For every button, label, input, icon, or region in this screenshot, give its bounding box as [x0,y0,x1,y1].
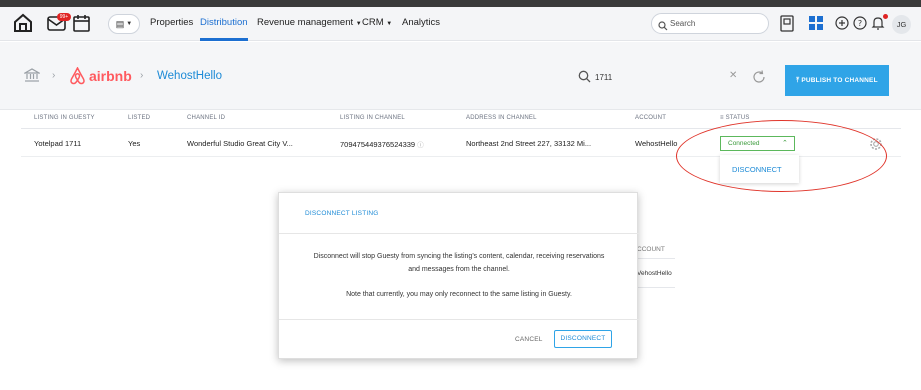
cancel-button[interactable]: CANCEL [515,336,543,343]
alert-dot [883,14,888,19]
channel-account-name[interactable]: WehostHello [157,70,222,82]
cell-address-in-channel: Northeast 2nd Street 227, 33132 Mi... [466,139,592,148]
publish-to-channel-button[interactable]: ⤒ PUBLISH TO CHANNEL [785,65,889,96]
chevron-down-icon: ▼ [386,21,393,27]
search-placeholder: Search [670,19,696,28]
chevron-right-icon: › [140,70,144,81]
active-tab-indicator [200,38,248,41]
bg-account-header: CCOUNT [637,246,665,253]
col-header-label: STATUS [725,115,750,121]
search-icon [578,70,591,88]
chevron-down-icon: ▼ [355,21,362,27]
nav-item-label: Revenue management [257,17,354,28]
nav-item-crm[interactable]: CRM ▼ [362,17,392,28]
bookmark-icon[interactable] [780,15,794,32]
notification-badge: 99+ [57,13,71,21]
clear-search-icon[interactable]: ✕ [729,70,737,81]
modal-title: DISCONNECT LISTING [305,210,379,217]
col-header-listing-in-guesty[interactable]: LISTING IN GUESTY [34,115,95,121]
col-header-status[interactable]: ≡ STATUS [720,115,750,121]
filter-icon: ≡ [720,115,724,121]
chevron-down-icon: ▼ [126,21,133,27]
global-search-input[interactable]: Search [651,13,769,34]
modal-divider [279,233,639,234]
col-header-account[interactable]: ACCOUNT [635,115,666,121]
nav-item-label: CRM [362,17,384,28]
modal-message-line2: and messages from the channel. [408,266,510,273]
nav-item-properties[interactable]: Properties [150,17,193,28]
upload-icon: ⤒ [796,77,800,84]
avatar[interactable]: JG [892,15,911,34]
info-icon[interactable]: ⓘ [417,142,424,149]
airbnb-logo-icon [69,66,86,90]
nav-item-revenue-management[interactable]: Revenue management ▼ [257,17,362,28]
search-icon [658,18,668,36]
modal-note: Note that currently, you may only reconn… [346,291,572,298]
top-navigation: 99+ ▤ ▼ Properties Distribution Revenue … [0,7,921,41]
col-header-listing-in-channel[interactable]: LISTING IN CHANNEL [340,115,405,121]
modal-message-line1: Disconnect will stop Guesty from syncing… [313,253,605,260]
chevron-right-icon: › [52,70,56,81]
refresh-icon[interactable] [752,70,766,89]
bank-icon[interactable] [22,68,42,87]
bg-account-value: VehostHello [637,270,672,277]
svg-text:?: ? [858,19,862,28]
calendar-icon[interactable] [72,14,91,33]
cell-listed: Yes [128,139,141,148]
listing-id-value: 709475449376524339 [340,140,416,149]
apps-grid-icon[interactable] [809,16,823,30]
cell-listing-in-guesty[interactable]: Yotelpad 1711 [34,139,81,148]
listing-search-input[interactable]: 1711 [595,73,612,82]
help-icon[interactable]: ? [853,16,867,30]
publish-label: PUBLISH TO CHANNEL [801,77,878,84]
modal-divider [279,319,639,320]
nav-item-distribution[interactable]: Distribution [200,17,248,28]
cell-listing-in-channel: 709475449376524339 ⓘ [340,139,424,149]
cell-channel-id[interactable]: Wonderful Studio Great City V... [187,139,293,148]
window-top-bar [0,0,921,7]
bg-divider [635,258,675,259]
channel-brand-name: airbnb [89,68,132,84]
col-header-channel-id[interactable]: CHANNEL ID [187,115,225,121]
bg-divider [635,287,675,288]
disconnect-listing-modal: DISCONNECT LISTING Disconnect will stop … [278,192,639,359]
nav-item-analytics[interactable]: Analytics [402,17,440,28]
home-icon[interactable] [13,13,33,33]
add-icon[interactable] [835,16,849,30]
workspace-switcher-button[interactable]: ▤ ▼ [108,14,140,34]
col-header-listed[interactable]: LISTED [128,115,150,121]
channel-header: › airbnb › WehostHello 1711 ✕ ⤒ PUBLISH … [0,42,921,110]
cell-account: WehostHello [635,139,678,148]
chart-icon: ▤ [115,18,125,29]
disconnect-confirm-button[interactable]: DISCONNECT [554,330,612,348]
col-header-address-in-channel[interactable]: ADDRESS IN CHANNEL [466,115,537,121]
annotation-circle [676,120,887,192]
